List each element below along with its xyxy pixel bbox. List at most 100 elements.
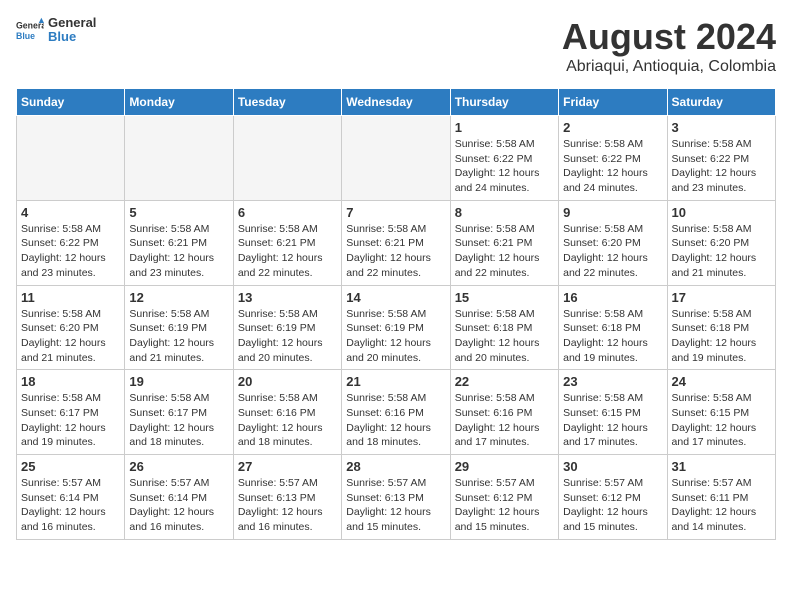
day-number: 25 <box>21 459 120 474</box>
day-cell: 29 Sunrise: 5:57 AMSunset: 6:12 PMDayligh… <box>450 455 558 540</box>
day-number: 6 <box>238 205 337 220</box>
day-info: Sunrise: 5:57 AMSunset: 6:13 PMDaylight:… <box>238 476 337 535</box>
logo-line2: Blue <box>48 30 96 44</box>
day-number: 13 <box>238 290 337 305</box>
day-info: Sunrise: 5:58 AMSunset: 6:18 PMDaylight:… <box>455 307 554 366</box>
day-number: 15 <box>455 290 554 305</box>
calendar-table: SundayMondayTuesdayWednesdayThursdayFrid… <box>16 88 776 540</box>
day-cell: 30 Sunrise: 5:57 AMSunset: 6:12 PMDayligh… <box>559 455 667 540</box>
day-number: 28 <box>346 459 445 474</box>
day-cell: 31 Sunrise: 5:57 AMSunset: 6:11 PMDayligh… <box>667 455 775 540</box>
day-info: Sunrise: 5:58 AMSunset: 6:22 PMDaylight:… <box>563 137 662 196</box>
day-info: Sunrise: 5:57 AMSunset: 6:13 PMDaylight:… <box>346 476 445 535</box>
day-cell: 27Sunrise: 5:57 AMSunset: 6:13 PMDayligh… <box>233 455 341 540</box>
day-number: 29 <box>455 459 554 474</box>
weekday-friday: Friday <box>559 89 667 116</box>
weekday-monday: Monday <box>125 89 233 116</box>
day-cell: 17 Sunrise: 5:58 AMSunset: 6:18 PMDayligh… <box>667 285 775 370</box>
day-number: 9 <box>563 205 662 220</box>
week-row-5: 25 Sunrise: 5:57 AMSunset: 6:14 PMDayligh… <box>17 455 776 540</box>
day-cell <box>125 116 233 201</box>
day-number: 31 <box>672 459 771 474</box>
day-info: Sunrise: 5:58 AMSunset: 6:20 PMDaylight:… <box>672 222 771 281</box>
day-info: Sunrise: 5:58 AMSunset: 6:18 PMDaylight:… <box>563 307 662 366</box>
day-cell: 14Sunrise: 5:58 AMSunset: 6:19 PMDayligh… <box>342 285 450 370</box>
day-info: Sunrise: 5:58 AMSunset: 6:19 PMDaylight:… <box>238 307 337 366</box>
day-cell: 4Sunrise: 5:58 AMSunset: 6:22 PMDaylight… <box>17 200 125 285</box>
day-number: 20 <box>238 374 337 389</box>
day-cell: 10 Sunrise: 5:58 AMSunset: 6:20 PMDayligh… <box>667 200 775 285</box>
day-info: Sunrise: 5:57 AMSunset: 6:12 PMDaylight:… <box>455 476 554 535</box>
day-cell: 1 Sunrise: 5:58 AMSunset: 6:22 PMDaylight… <box>450 116 558 201</box>
page-subtitle: Abriaqui, Antioquia, Colombia <box>562 58 776 76</box>
weekday-saturday: Saturday <box>667 89 775 116</box>
weekday-sunday: Sunday <box>17 89 125 116</box>
day-cell: 25 Sunrise: 5:57 AMSunset: 6:14 PMDayligh… <box>17 455 125 540</box>
day-number: 4 <box>21 205 120 220</box>
day-info: Sunrise: 5:58 AMSunset: 6:22 PMDaylight:… <box>455 137 554 196</box>
day-info: Sunrise: 5:58 AMSunset: 6:21 PMDaylight:… <box>238 222 337 281</box>
day-info: Sunrise: 5:58 AMSunset: 6:15 PMDaylight:… <box>563 391 662 450</box>
day-cell: 3Sunrise: 5:58 AMSunset: 6:22 PMDaylight… <box>667 116 775 201</box>
day-cell: 2 Sunrise: 5:58 AMSunset: 6:22 PMDaylight… <box>559 116 667 201</box>
day-number: 23 <box>563 374 662 389</box>
day-info: Sunrise: 5:58 AMSunset: 6:20 PMDaylight:… <box>563 222 662 281</box>
svg-text:Blue: Blue <box>16 31 35 41</box>
day-info: Sunrise: 5:58 AMSunset: 6:18 PMDaylight:… <box>672 307 771 366</box>
day-info: Sunrise: 5:57 AMSunset: 6:11 PMDaylight:… <box>672 476 771 535</box>
day-cell: 9 Sunrise: 5:58 AMSunset: 6:20 PMDaylight… <box>559 200 667 285</box>
day-info: Sunrise: 5:58 AMSunset: 6:16 PMDaylight:… <box>346 391 445 450</box>
logo-icon: General Blue <box>16 16 44 44</box>
day-cell: 16Sunrise: 5:58 AMSunset: 6:18 PMDayligh… <box>559 285 667 370</box>
day-number: 1 <box>455 120 554 135</box>
day-number: 10 <box>672 205 771 220</box>
day-number: 8 <box>455 205 554 220</box>
day-number: 18 <box>21 374 120 389</box>
day-cell: 21Sunrise: 5:58 AMSunset: 6:16 PMDayligh… <box>342 370 450 455</box>
day-info: Sunrise: 5:58 AMSunset: 6:16 PMDaylight:… <box>238 391 337 450</box>
day-number: 30 <box>563 459 662 474</box>
day-info: Sunrise: 5:57 AMSunset: 6:14 PMDaylight:… <box>21 476 120 535</box>
day-info: Sunrise: 5:57 AMSunset: 6:12 PMDaylight:… <box>563 476 662 535</box>
day-number: 7 <box>346 205 445 220</box>
week-row-3: 11Sunrise: 5:58 AMSunset: 6:20 PMDayligh… <box>17 285 776 370</box>
weekday-tuesday: Tuesday <box>233 89 341 116</box>
day-cell: 11Sunrise: 5:58 AMSunset: 6:20 PMDayligh… <box>17 285 125 370</box>
day-cell: 23 Sunrise: 5:58 AMSunset: 6:15 PMDayligh… <box>559 370 667 455</box>
title-block: August 2024 Abriaqui, Antioquia, Colombi… <box>562 16 776 76</box>
day-cell: 19 Sunrise: 5:58 AMSunset: 6:17 PMDayligh… <box>125 370 233 455</box>
day-info: Sunrise: 5:58 AMSunset: 6:19 PMDaylight:… <box>129 307 228 366</box>
calendar-body: 1 Sunrise: 5:58 AMSunset: 6:22 PMDaylight… <box>17 116 776 540</box>
day-info: Sunrise: 5:57 AMSunset: 6:14 PMDaylight:… <box>129 476 228 535</box>
logo: General Blue General Blue <box>16 16 96 45</box>
day-cell: 12 Sunrise: 5:58 AMSunset: 6:19 PMDayligh… <box>125 285 233 370</box>
day-cell: 24Sunrise: 5:58 AMSunset: 6:15 PMDayligh… <box>667 370 775 455</box>
day-info: Sunrise: 5:58 AMSunset: 6:22 PMDaylight:… <box>672 137 771 196</box>
day-cell: 15 Sunrise: 5:58 AMSunset: 6:18 PMDayligh… <box>450 285 558 370</box>
day-cell <box>342 116 450 201</box>
day-cell <box>233 116 341 201</box>
day-info: Sunrise: 5:58 AMSunset: 6:16 PMDaylight:… <box>455 391 554 450</box>
day-number: 14 <box>346 290 445 305</box>
day-info: Sunrise: 5:58 AMSunset: 6:21 PMDaylight:… <box>455 222 554 281</box>
day-number: 26 <box>129 459 228 474</box>
week-row-1: 1 Sunrise: 5:58 AMSunset: 6:22 PMDaylight… <box>17 116 776 201</box>
day-cell: 5 Sunrise: 5:58 AMSunset: 6:21 PMDaylight… <box>125 200 233 285</box>
day-number: 2 <box>563 120 662 135</box>
day-cell: 26 Sunrise: 5:57 AMSunset: 6:14 PMDayligh… <box>125 455 233 540</box>
day-number: 19 <box>129 374 228 389</box>
logo-line1: General <box>48 16 96 30</box>
day-cell: 6 Sunrise: 5:58 AMSunset: 6:21 PMDaylight… <box>233 200 341 285</box>
day-cell: 18 Sunrise: 5:58 AMSunset: 6:17 PMDayligh… <box>17 370 125 455</box>
day-number: 12 <box>129 290 228 305</box>
weekday-header-row: SundayMondayTuesdayWednesdayThursdayFrid… <box>17 89 776 116</box>
weekday-thursday: Thursday <box>450 89 558 116</box>
day-number: 5 <box>129 205 228 220</box>
day-number: 17 <box>672 290 771 305</box>
day-info: Sunrise: 5:58 AMSunset: 6:17 PMDaylight:… <box>129 391 228 450</box>
day-info: Sunrise: 5:58 AMSunset: 6:17 PMDaylight:… <box>21 391 120 450</box>
day-number: 11 <box>21 290 120 305</box>
page-title: August 2024 <box>562 16 776 58</box>
weekday-wednesday: Wednesday <box>342 89 450 116</box>
day-info: Sunrise: 5:58 AMSunset: 6:21 PMDaylight:… <box>129 222 228 281</box>
